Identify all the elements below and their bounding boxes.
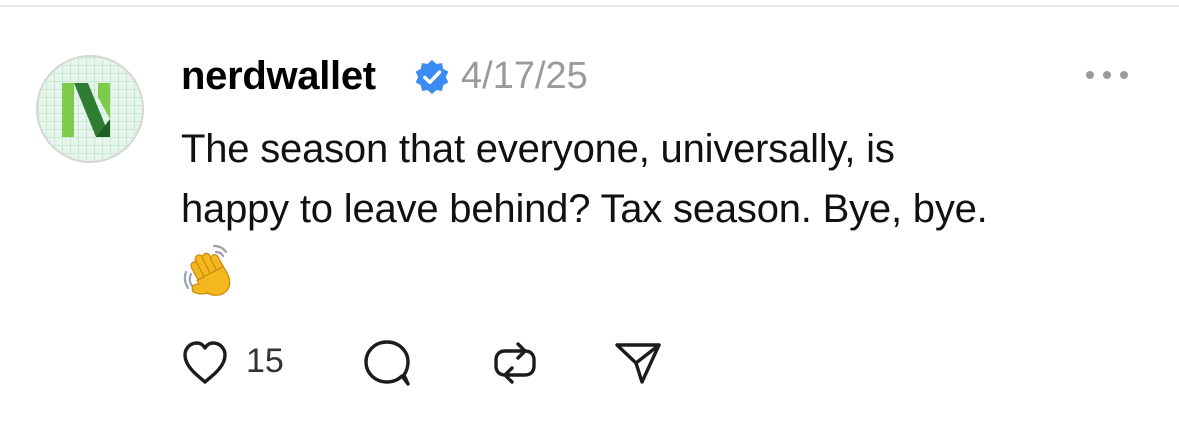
- heart-icon[interactable]: [181, 338, 229, 388]
- username[interactable]: nerdwallet: [181, 52, 376, 100]
- like-count[interactable]: 15: [246, 341, 284, 381]
- more-options-icon[interactable]: [1082, 64, 1132, 86]
- top-divider: [0, 5, 1179, 7]
- comment-icon[interactable]: [361, 338, 413, 388]
- verified-badge-icon: [415, 59, 449, 95]
- waving-hand-emoji-icon: [183, 244, 231, 296]
- post-text-line: happy to leave behind? Tax season. Bye, …: [181, 187, 988, 231]
- post-text-line: The season that everyone, universally, i…: [181, 127, 895, 171]
- post-text: The season that everyone, universally, i…: [181, 119, 1141, 239]
- repost-icon[interactable]: [489, 338, 541, 388]
- post-date[interactable]: 4/17/25: [461, 52, 588, 100]
- nerdwallet-logo-icon: [62, 83, 110, 137]
- send-icon[interactable]: [612, 338, 664, 388]
- avatar[interactable]: [36, 55, 144, 163]
